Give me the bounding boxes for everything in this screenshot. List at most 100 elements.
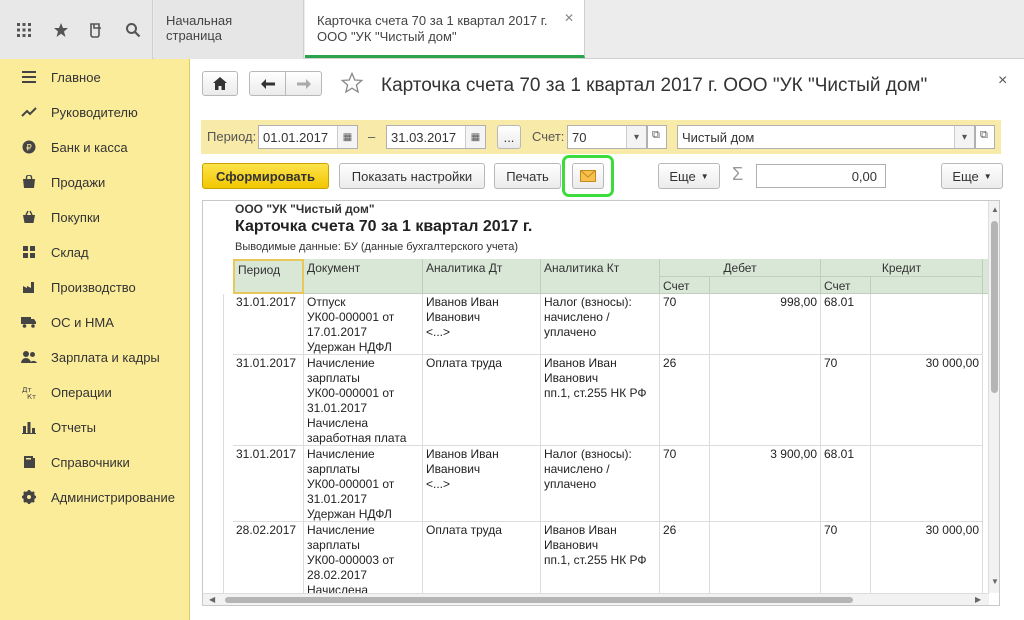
star-icon[interactable] [49, 18, 73, 42]
table-row-debit-sum[interactable] [710, 355, 821, 446]
history-icon[interactable] [84, 18, 108, 42]
sidebar-item-salary[interactable]: Зарплата и кадры [0, 343, 190, 371]
favorite-star-icon[interactable] [340, 71, 364, 97]
search-icon[interactable] [121, 18, 145, 42]
top-toolbar [0, 0, 153, 59]
tab-account-card[interactable]: Карточка счета 70 за 1 квартал 2017 г. О… [305, 0, 585, 58]
sidebar-item-label: Зарплата и кадры [51, 349, 160, 365]
table-row-credit-account[interactable]: 70 [821, 355, 871, 446]
sidebar-item-operations[interactable]: Дт Кт Операции [0, 378, 190, 406]
more-button-1[interactable]: Еще ▼ [658, 163, 720, 189]
sidebar-item-bank[interactable]: ₽ Банк и касса [0, 133, 190, 161]
table-row-period[interactable]: 31.01.2017 [233, 294, 304, 355]
sidebar-item-references[interactable]: Справочники [0, 448, 190, 476]
scroll-down-icon[interactable]: ▼ [991, 577, 999, 586]
arrow-left-icon [260, 78, 275, 89]
period-to-field[interactable]: 31.03.2017 ▦ [386, 125, 486, 149]
table-row-analytics-kt[interactable]: Иванов Иван Иванович пп.1, ст.255 НК РФ [541, 522, 660, 602]
table-row-document[interactable]: Начисление зарплаты УК00-000003 от 28.02… [304, 522, 423, 602]
table-row-credit-account[interactable]: 70 [821, 522, 871, 602]
book-icon [21, 454, 37, 470]
report-org: ООО "УК "Чистый дом" [235, 202, 375, 216]
table-row-document[interactable]: Начисление зарплаты УК00-000001 от 31.01… [304, 446, 423, 522]
vertical-scrollbar[interactable]: ▲ ▼ [988, 201, 999, 593]
sidebar-item-production[interactable]: Производство [0, 273, 190, 301]
table-row-analytics-dt[interactable]: Оплата труда [423, 522, 541, 602]
table-row-document[interactable]: Начисление зарплаты УК00-000001 от 31.01… [304, 355, 423, 446]
table-row-debit-sum[interactable] [710, 522, 821, 602]
sidebar-item-manager[interactable]: Руководителю [0, 98, 190, 126]
account-field[interactable]: 70 ▾ [567, 125, 647, 149]
report-subtitle: Выводимые данные: БУ (данные бухгалтерск… [235, 241, 518, 253]
table-row-debit-account[interactable]: 26 [660, 522, 710, 602]
sidebar-item-purchases[interactable]: Покупки [0, 203, 190, 231]
report-area[interactable]: ООО "УК "Чистый дом" Карточка счета 70 з… [202, 200, 1000, 606]
header-debit[interactable]: Дебет [660, 259, 821, 277]
header-analytics-dt[interactable]: Аналитика Дт [423, 259, 541, 294]
table-row-credit-account[interactable]: 68.01 [821, 294, 871, 355]
header-debit-account[interactable]: Счет [660, 277, 710, 294]
table-row-credit-sum[interactable] [871, 294, 983, 355]
main-panel: Карточка счета 70 за 1 квартал 2017 г. О… [191, 60, 1024, 620]
print-button[interactable]: Печать [494, 163, 561, 189]
calendar-icon[interactable]: ▦ [465, 126, 485, 148]
table-row-analytics-kt[interactable]: Налог (взносы): начислено / уплачено [541, 294, 660, 355]
scroll-up-icon[interactable]: ▲ [991, 205, 999, 214]
tab-home[interactable]: Начальная страница [154, 0, 304, 59]
sidebar-item-reports[interactable]: Отчеты [0, 413, 190, 441]
table-row-credit-sum[interactable]: 30 000,00 [871, 522, 983, 602]
account-open-button[interactable]: ⧉ [647, 125, 667, 149]
horizontal-scrollbar[interactable]: ◀ ▶ [203, 593, 989, 605]
sidebar-item-main[interactable]: Главное [0, 63, 190, 91]
vertical-scroll-thumb[interactable] [991, 221, 998, 393]
header-period[interactable]: Период [233, 259, 304, 294]
sidebar-item-fixed-assets[interactable]: ОС и НМА [0, 308, 190, 336]
table-row-analytics-dt[interactable]: Иванов Иван Иванович <...> [423, 446, 541, 522]
table-row-credit-account[interactable]: 68.01 [821, 446, 871, 522]
organization-field[interactable]: Чистый дом ▾ [677, 125, 975, 149]
table-row-debit-sum[interactable]: 998,00 [710, 294, 821, 355]
sidebar-item-warehouse[interactable]: Склад [0, 238, 190, 266]
header-analytics-kt[interactable]: Аналитика Кт [541, 259, 660, 294]
period-select-button[interactable]: ... [497, 125, 521, 149]
header-document[interactable]: Документ [304, 259, 423, 294]
show-settings-button[interactable]: Показать настройки [339, 163, 485, 189]
home-button[interactable] [202, 71, 238, 96]
table-row-period[interactable]: 28.02.2017 [233, 522, 304, 602]
table-row-analytics-kt[interactable]: Иванов Иван Иванович пп.1, ст.255 НК РФ [541, 355, 660, 446]
scroll-right-icon[interactable]: ▶ [975, 595, 981, 604]
header-credit[interactable]: Кредит [821, 259, 983, 277]
horizontal-scroll-thumb[interactable] [225, 597, 853, 603]
table-row-period[interactable]: 31.01.2017 [233, 446, 304, 522]
organization-open-button[interactable]: ⧉ [975, 125, 995, 149]
sidebar-item-admin[interactable]: Администрирование [0, 483, 190, 511]
tab-close-icon[interactable]: ✕ [564, 10, 574, 26]
dropdown-arrow-icon[interactable]: ▾ [626, 126, 646, 148]
dropdown-arrow-icon[interactable]: ▾ [954, 126, 974, 148]
apps-grid-icon[interactable] [12, 18, 36, 42]
table-row-document[interactable]: Отпуск УК00-000001 от 17.01.2017 Удержан… [304, 294, 423, 355]
generate-button[interactable]: Сформировать [202, 163, 329, 189]
period-from-field[interactable]: 01.01.2017 ▦ [258, 125, 358, 149]
forward-button[interactable] [285, 71, 322, 96]
header-credit-account[interactable]: Счет [821, 277, 871, 294]
table-row-debit-account[interactable]: 70 [660, 294, 710, 355]
scroll-left-icon[interactable]: ◀ [209, 595, 215, 604]
table-row-analytics-kt[interactable]: Налог (взносы): начислено / уплачено [541, 446, 660, 522]
calendar-icon[interactable]: ▦ [337, 126, 357, 148]
report-title: Карточка счета 70 за 1 квартал 2017 г. [235, 218, 533, 235]
send-email-button[interactable] [572, 163, 604, 189]
sidebar-item-sales[interactable]: Продажи [0, 168, 190, 196]
more-button-2[interactable]: Еще ▼ [941, 163, 1003, 189]
table-row-period[interactable]: 31.01.2017 [233, 355, 304, 446]
table-row-analytics-dt[interactable]: Иванов Иван Иванович <...> [423, 294, 541, 355]
table-row-debit-account[interactable]: 26 [660, 355, 710, 446]
table-row-analytics-dt[interactable]: Оплата труда [423, 355, 541, 446]
table-row-debit-sum[interactable]: 3 900,00 [710, 446, 821, 522]
table-row-credit-sum[interactable] [871, 446, 983, 522]
sum-field[interactable]: 0,00 [756, 164, 886, 188]
close-form-button[interactable]: × [998, 72, 1007, 90]
table-row-debit-account[interactable]: 70 [660, 446, 710, 522]
back-button[interactable] [249, 71, 286, 96]
table-row-credit-sum[interactable]: 30 000,00 [871, 355, 983, 446]
